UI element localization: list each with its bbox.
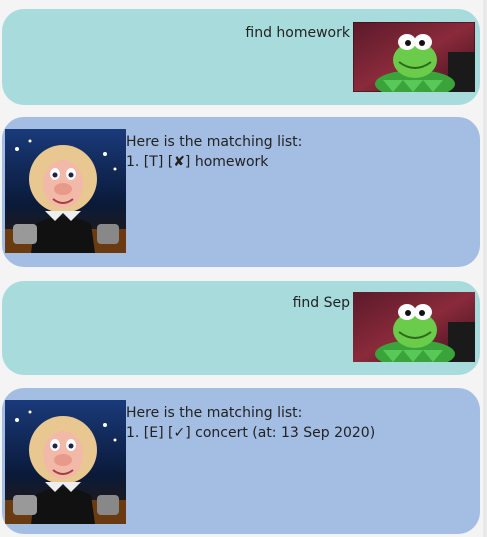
bot-message-bubble: Here is the matching list: 1. [T] [✘] ho…: [2, 117, 480, 267]
kermit-avatar: [353, 22, 475, 92]
piggy-avatar: [5, 400, 126, 524]
bot-message-line: 1. [T] [✘] homework: [126, 154, 269, 170]
bot-message-line: Here is the matching list:: [126, 405, 303, 421]
bot-message-line: Here is the matching list:: [126, 134, 303, 150]
user-message-bubble: find Sep: [2, 281, 480, 375]
kermit-avatar: [353, 292, 475, 362]
bot-message-bubble: Here is the matching list: 1. [E] [✓] co…: [2, 388, 480, 534]
user-message-text: find Sep: [292, 295, 350, 311]
bot-message-text: Here is the matching list: 1. [E] [✓] co…: [126, 403, 375, 443]
bot-message-line: 1. [E] [✓] concert (at: 13 Sep 2020): [126, 425, 376, 441]
scrollbar-track[interactable]: [483, 0, 487, 537]
user-message-bubble: find homework: [2, 9, 480, 105]
user-message-text: find homework: [245, 25, 350, 41]
piggy-avatar: [5, 129, 126, 253]
chat-window: find homework Here is the matching list:…: [0, 0, 487, 537]
bot-message-text: Here is the matching list: 1. [T] [✘] ho…: [126, 132, 302, 172]
